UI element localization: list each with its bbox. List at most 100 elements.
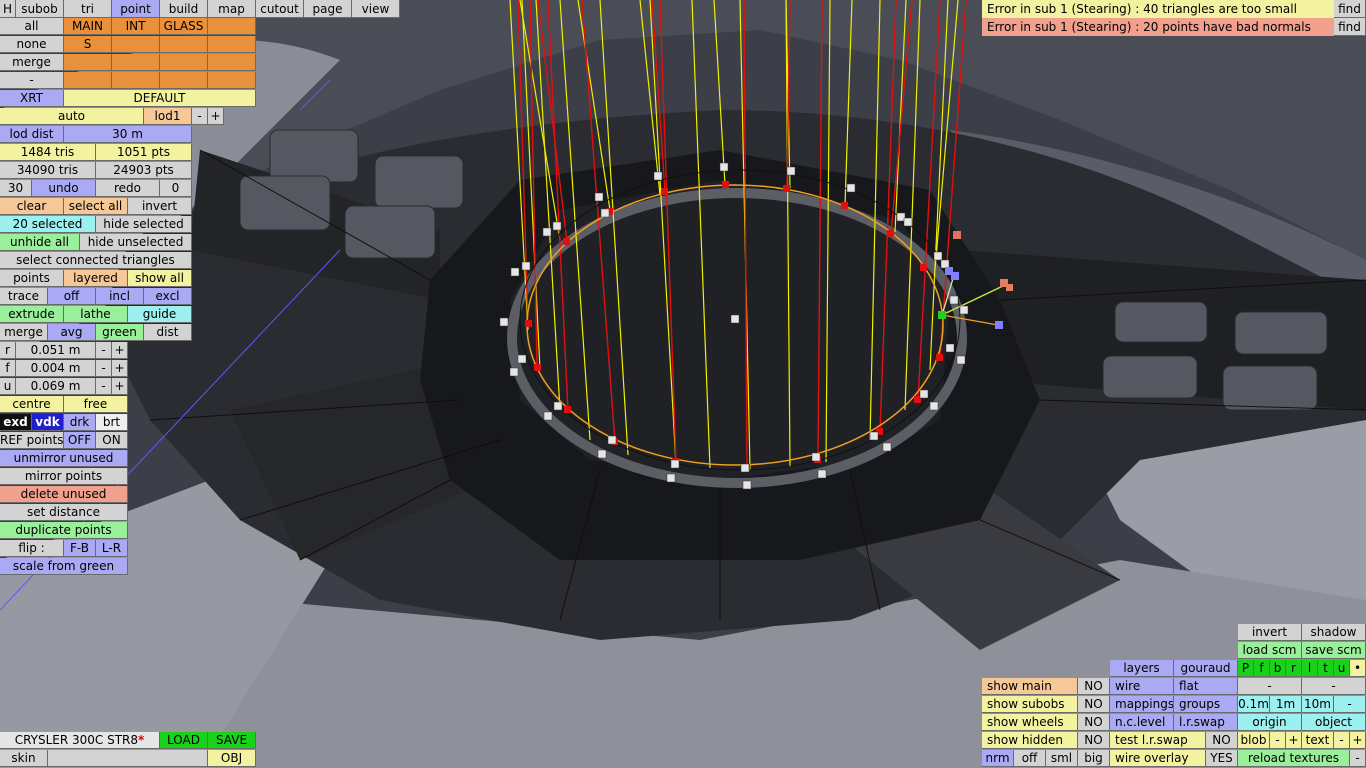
material-int[interactable]: INT: [112, 18, 160, 35]
model-name-field[interactable]: CRYSLER 300C STR8*: [0, 732, 160, 749]
material-slot[interactable]: [160, 72, 208, 89]
lod-plus-button[interactable]: +: [208, 108, 224, 125]
origin-button[interactable]: origin: [1238, 714, 1302, 731]
menu-page[interactable]: page: [304, 0, 352, 18]
gouraud-button[interactable]: gouraud: [1174, 660, 1238, 677]
material-slot[interactable]: [208, 18, 256, 35]
merge-avg-button[interactable]: avg: [48, 324, 96, 341]
grid-10m-button[interactable]: 10m: [1302, 696, 1334, 713]
size-nrm-button[interactable]: nrm: [982, 750, 1014, 767]
wire-overlay-button[interactable]: wire overlay: [1110, 750, 1206, 767]
view-f-button[interactable]: f: [1254, 660, 1270, 677]
ref-on-button[interactable]: ON: [96, 432, 128, 449]
flip-lr-button[interactable]: L-R: [96, 540, 128, 557]
material-slot[interactable]: [160, 54, 208, 71]
flip-fb-button[interactable]: F-B: [64, 540, 96, 557]
select-connected-button[interactable]: select connected triangles: [0, 252, 192, 269]
nc-level-button[interactable]: n.c.level: [1110, 714, 1174, 731]
blob-button[interactable]: blob: [1238, 732, 1270, 749]
shade-brt-button[interactable]: brt: [96, 414, 128, 431]
mappings-button[interactable]: mappings: [1110, 696, 1174, 713]
unhide-all-button[interactable]: unhide all: [0, 234, 80, 251]
material-slot[interactable]: [208, 54, 256, 71]
material-slot[interactable]: [160, 36, 208, 53]
text-minus-button[interactable]: -: [1334, 732, 1350, 749]
f-plus-button[interactable]: +: [112, 360, 128, 377]
lod-dist-value[interactable]: 30 m: [64, 126, 192, 143]
points-button[interactable]: points: [0, 270, 64, 287]
text-button[interactable]: text: [1302, 732, 1334, 749]
menu-build[interactable]: build: [160, 0, 208, 18]
menu-subob[interactable]: subob: [16, 0, 64, 18]
wire-overlay-toggle[interactable]: YES: [1206, 750, 1238, 767]
view-l-button[interactable]: l: [1302, 660, 1318, 677]
r-value[interactable]: 0.051 m: [16, 342, 96, 359]
show-subobs-toggle[interactable]: NO: [1078, 696, 1110, 713]
merge-points-button[interactable]: merge: [0, 324, 48, 341]
menu-tri[interactable]: tri: [64, 0, 112, 18]
trace-incl-button[interactable]: incl: [96, 288, 144, 305]
set-distance-button[interactable]: set distance: [0, 504, 128, 521]
f-value[interactable]: 0.004 m: [16, 360, 96, 377]
blob-plus-button[interactable]: +: [1286, 732, 1302, 749]
load-button[interactable]: LOAD: [160, 732, 208, 749]
none-button[interactable]: none: [0, 36, 64, 53]
find-error-button[interactable]: find: [1334, 0, 1366, 18]
show-main-toggle[interactable]: NO: [1078, 678, 1110, 695]
show-hidden-toggle[interactable]: NO: [1078, 732, 1110, 749]
hide-selected-button[interactable]: hide selected: [96, 216, 192, 233]
extrude-button[interactable]: extrude: [0, 306, 64, 323]
invert-selection-button[interactable]: invert: [128, 198, 192, 215]
menu-map[interactable]: map: [208, 0, 256, 18]
view-option-minus-button[interactable]: -: [1238, 678, 1302, 695]
clear-button[interactable]: clear: [0, 198, 64, 215]
layers-button[interactable]: layers: [1110, 660, 1174, 677]
xrt-button[interactable]: XRT: [0, 90, 64, 107]
shadow-button[interactable]: shadow: [1302, 624, 1366, 641]
free-button[interactable]: free: [64, 396, 128, 413]
r-plus-button[interactable]: +: [112, 342, 128, 359]
ref-off-button[interactable]: OFF: [64, 432, 96, 449]
reload-textures-button[interactable]: reload textures: [1238, 750, 1350, 767]
test-lr-swap-button[interactable]: test l.r.swap: [1110, 732, 1206, 749]
centre-button[interactable]: centre: [0, 396, 64, 413]
lod-auto-button[interactable]: auto: [0, 108, 144, 125]
load-scm-button[interactable]: load scm: [1238, 642, 1302, 659]
object-button[interactable]: object: [1302, 714, 1366, 731]
material-slot[interactable]: [208, 72, 256, 89]
redo-button[interactable]: redo: [96, 180, 160, 197]
find-error-button[interactable]: find: [1334, 18, 1366, 36]
trace-off-button[interactable]: off: [48, 288, 96, 305]
grid-0-1m-button[interactable]: 0.1m: [1238, 696, 1270, 713]
hide-unselected-button[interactable]: hide unselected: [80, 234, 192, 251]
grid-1m-button[interactable]: 1m: [1270, 696, 1302, 713]
grid-minus-button[interactable]: -: [1334, 696, 1366, 713]
select-all-button[interactable]: select all: [64, 198, 128, 215]
material-slot[interactable]: [112, 36, 160, 53]
blob-minus-button[interactable]: -: [1270, 732, 1286, 749]
material-main[interactable]: MAIN: [64, 18, 112, 35]
flat-button[interactable]: flat: [1174, 678, 1238, 695]
material-slot[interactable]: [112, 72, 160, 89]
all-button[interactable]: all: [0, 18, 64, 35]
r-minus-button[interactable]: -: [96, 342, 112, 359]
scale-from-green-button[interactable]: scale from green: [0, 558, 128, 575]
merge-dist-button[interactable]: dist: [144, 324, 192, 341]
trace-excl-button[interactable]: excl: [144, 288, 192, 305]
shade-vdk-button[interactable]: vdk: [32, 414, 64, 431]
invert-view-button[interactable]: invert: [1238, 624, 1302, 641]
lod1-button[interactable]: lod1: [144, 108, 192, 125]
mirror-points-button[interactable]: mirror points: [0, 468, 128, 485]
dash-button[interactable]: -: [0, 72, 64, 89]
material-slot[interactable]: [112, 54, 160, 71]
size-sml-button[interactable]: sml: [1046, 750, 1078, 767]
unmirror-unused-button[interactable]: unmirror unused: [0, 450, 128, 467]
view-option-minus-button[interactable]: -: [1302, 678, 1366, 695]
shade-exd-button[interactable]: exd: [0, 414, 32, 431]
reload-minus-button[interactable]: -: [1350, 750, 1366, 767]
lod-minus-button[interactable]: -: [192, 108, 208, 125]
groups-button[interactable]: groups: [1174, 696, 1238, 713]
duplicate-points-button[interactable]: duplicate points: [0, 522, 128, 539]
view-b-button[interactable]: b: [1270, 660, 1286, 677]
material-slot[interactable]: [64, 54, 112, 71]
